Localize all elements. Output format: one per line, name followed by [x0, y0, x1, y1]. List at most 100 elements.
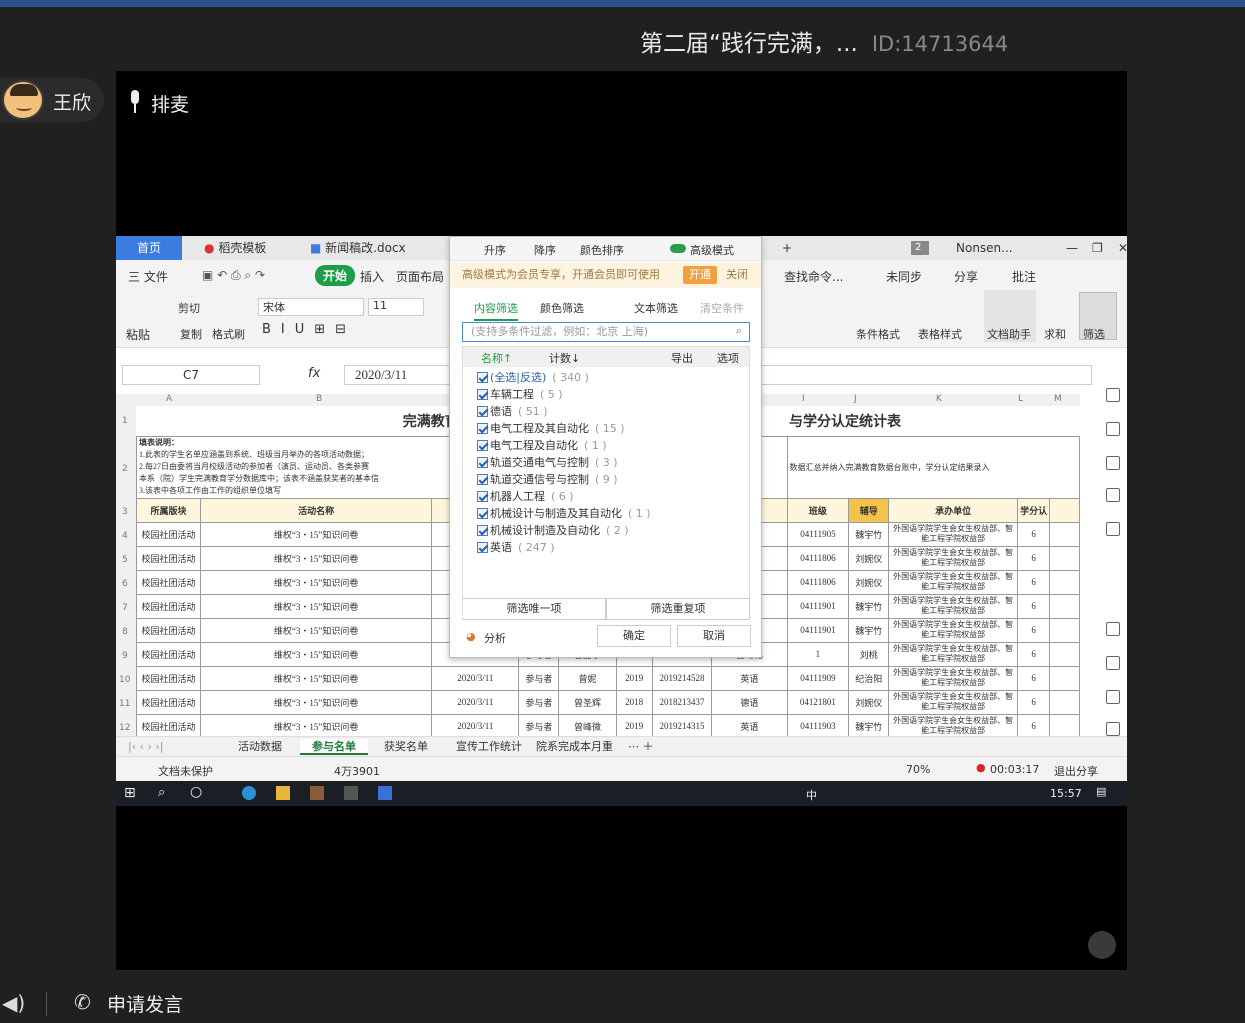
checkbox[interactable]	[477, 508, 488, 519]
checkbox[interactable]	[477, 423, 488, 434]
checkbox[interactable]	[477, 372, 488, 383]
ok-button[interactable]: 确定	[597, 625, 671, 647]
table-cell[interactable]: 维权“3・15”知识问卷	[199, 617, 433, 643]
table-row[interactable]: 校园社团活动 维权“3・15”知识问卷 2020/3/11 参与者 曾妮 2019 2019…	[136, 665, 1080, 691]
conditional-format-button[interactable]: 条件格式	[856, 326, 900, 342]
share-button[interactable]: 分享	[954, 268, 978, 285]
grid-icon[interactable]	[1106, 488, 1120, 502]
exit-share-button[interactable]: 退出分享	[1054, 763, 1098, 779]
paste-button[interactable]: 粘贴	[126, 326, 150, 343]
table-cell[interactable]: 参与者	[518, 713, 560, 739]
chart-icon[interactable]	[1106, 522, 1120, 536]
table-cell[interactable]: 6	[1017, 617, 1051, 643]
fx-icon[interactable]: fx	[308, 366, 320, 381]
table-cell[interactable]: 校园社团活动	[136, 593, 201, 619]
advanced-mode-label[interactable]: 高级模式	[690, 242, 734, 258]
wps-icon[interactable]	[378, 786, 392, 800]
checkbox[interactable]	[477, 491, 488, 502]
sort-asc-button[interactable]: 升序	[484, 242, 506, 258]
filter-list-item[interactable]: 德语 ( 51 )	[477, 403, 548, 420]
filter-list-item[interactable]: 电气工程及其自动化 ( 15 )	[477, 420, 625, 437]
sheet-tab[interactable]: 活动数据	[238, 739, 282, 755]
table-cell[interactable]: 外国语学院学生会女生权益部、智能工程学院权益部	[888, 545, 1019, 571]
explorer-icon[interactable]	[276, 786, 290, 800]
filter-list-item[interactable]: 车辆工程 ( 5 )	[477, 386, 563, 403]
task-view-icon[interactable]: ○	[190, 784, 202, 800]
table-cell[interactable]: 校园社团活动	[136, 617, 201, 643]
table-cell[interactable]: 1	[786, 641, 850, 667]
table-cell[interactable]: 维权“3・15”知识问卷	[199, 593, 433, 619]
speaker-icon[interactable]: ◀)	[2, 991, 25, 1015]
table-cell[interactable]: 曾妮	[558, 665, 617, 691]
table-cell[interactable]: 维权“3・15”知识问卷	[199, 521, 433, 547]
find-command[interactable]: 查找命令...	[784, 268, 843, 285]
add-sheet-icon[interactable]: ⋯ ＋	[628, 739, 654, 755]
table-cell[interactable]: 6	[1017, 521, 1051, 547]
table-cell[interactable]: 刘桃	[848, 641, 890, 667]
table-cell[interactable]: 魏宇竹	[848, 521, 890, 547]
table-cell[interactable]: 04111901	[786, 617, 850, 643]
picture-icon[interactable]	[1106, 722, 1120, 736]
header-class[interactable]: 班级	[786, 497, 850, 523]
table-cell[interactable]: 2019214528	[651, 665, 713, 691]
options-button[interactable]: 选项	[717, 350, 739, 366]
table-cell[interactable]: 外国语学院学生会女生权益部、智能工程学院权益部	[888, 593, 1019, 619]
tab-home[interactable]: 首页	[116, 236, 182, 260]
table-cell[interactable]: 校园社团活动	[136, 665, 201, 691]
menu-start[interactable]: 开始	[315, 265, 356, 286]
archive-icon[interactable]	[1106, 690, 1120, 704]
checkbox[interactable]	[477, 525, 488, 536]
table-cell[interactable]: 2019	[615, 713, 653, 739]
style-icon[interactable]	[1106, 456, 1120, 470]
menu-layout[interactable]: 页面布局	[396, 268, 444, 285]
color-sort-button[interactable]: 颜色排序	[580, 242, 624, 258]
table-cell[interactable]: 2018213437	[651, 689, 713, 715]
doc-helper-button[interactable]: 文档助手	[987, 326, 1031, 342]
phone-icon[interactable]: ✆	[74, 990, 91, 1014]
table-row[interactable]: 校园社团活动 维权“3・15”知识问卷 2020/3/11 参与者 曾圣辉 2018 201…	[136, 689, 1080, 715]
table-cell[interactable]: 2020/3/11	[431, 713, 520, 739]
font-select[interactable]: 宋体	[258, 298, 364, 316]
table-cell[interactable]: 外国语学院学生会女生权益部、智能工程学院权益部	[888, 617, 1019, 643]
table-cell[interactable]: 2019	[615, 665, 653, 691]
export-button[interactable]: 导出	[671, 350, 693, 366]
table-cell[interactable]: 魏宇竹	[848, 593, 890, 619]
table-cell[interactable]: 参与者	[518, 665, 560, 691]
mic-icon[interactable]	[126, 89, 144, 115]
mute-mic-icon[interactable]	[1088, 931, 1116, 959]
cell-reference[interactable]: C7	[122, 365, 260, 385]
cursor-icon[interactable]	[1106, 388, 1120, 402]
sum-button[interactable]: 求和	[1044, 326, 1066, 342]
tab-template[interactable]: ● 稻壳模板	[194, 236, 290, 260]
table-cell[interactable]: 外国语学院学生会女生权益部、智能工程学院权益部	[888, 569, 1019, 595]
table-cell[interactable]: 刘婉仪	[848, 569, 890, 595]
sort-by-count[interactable]: 计数↓	[549, 350, 580, 366]
checkbox[interactable]	[477, 474, 488, 485]
table-cell[interactable]: 参与者	[518, 689, 560, 715]
filter-button[interactable]: 筛选	[1083, 326, 1105, 342]
open-vip-button[interactable]: 开通	[683, 266, 717, 284]
table-cell[interactable]: 6	[1017, 545, 1051, 571]
menu-file[interactable]: 三 文件	[128, 268, 168, 285]
clock[interactable]: 15:57	[1050, 787, 1082, 800]
table-cell[interactable]: 校园社团活动	[136, 521, 201, 547]
share-icon[interactable]	[1106, 656, 1120, 670]
filter-list-item[interactable]: 机械设计制造及自动化 ( 2 )	[477, 522, 629, 539]
table-cell[interactable]: 04111909	[786, 665, 850, 691]
table-cell[interactable]: 6	[1017, 689, 1051, 715]
table-cell[interactable]: 2019214315	[651, 713, 713, 739]
filter-list-item[interactable]: 机器人工程 ( 6 )	[477, 488, 574, 505]
table-cell[interactable]: 外国语学院学生会女生权益部、智能工程学院权益部	[888, 689, 1019, 715]
table-cell[interactable]: 德语	[711, 689, 788, 715]
table-cell[interactable]: 校园社团活动	[136, 689, 201, 715]
filter-unique-button[interactable]: 筛选唯一项	[462, 598, 606, 620]
close-icon[interactable]: ✕	[1108, 236, 1127, 260]
checkbox[interactable]	[477, 542, 488, 553]
menu-insert[interactable]: 插入	[360, 268, 384, 285]
table-cell[interactable]: 6	[1017, 665, 1051, 691]
table-cell[interactable]: 纪治阳	[848, 665, 890, 691]
table-cell[interactable]: 2020/3/11	[431, 665, 520, 691]
apply-speak-button[interactable]: 申请发言	[107, 990, 183, 1017]
table-cell[interactable]: 英语	[711, 713, 788, 739]
sort-by-name[interactable]: 名称↑	[481, 350, 512, 366]
